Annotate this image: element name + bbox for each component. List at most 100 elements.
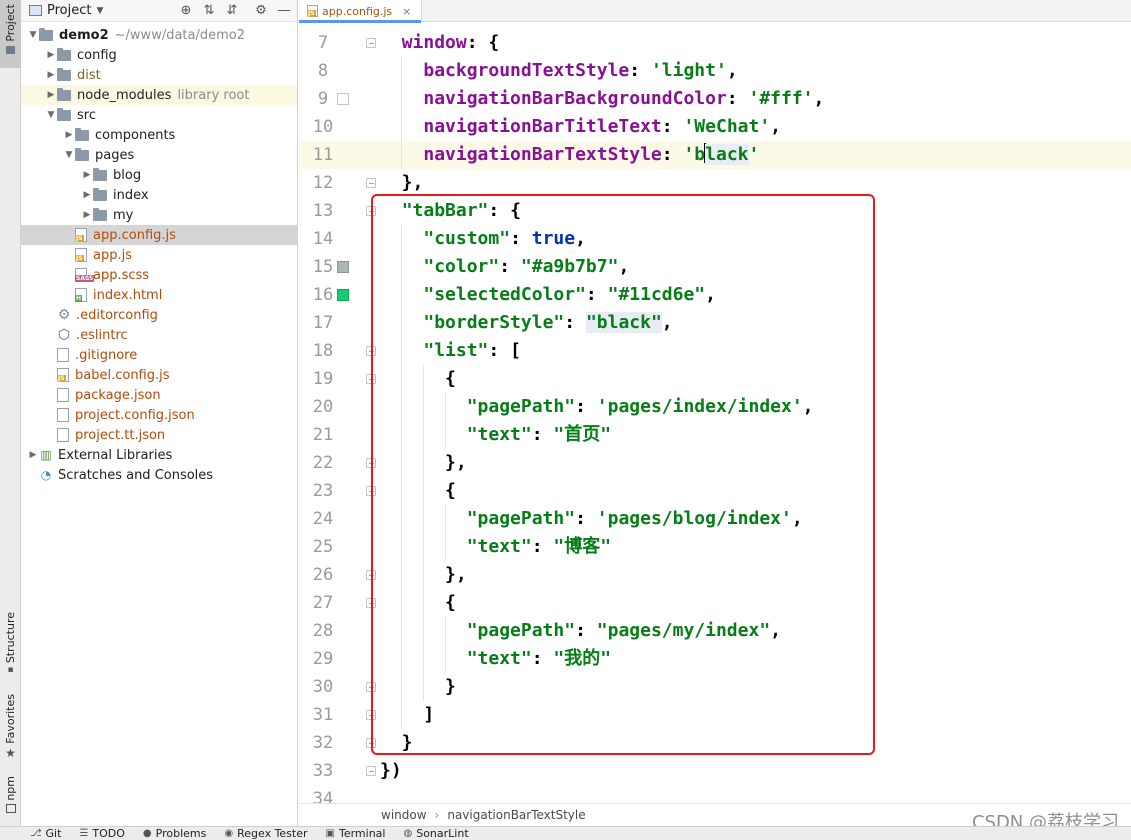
chevron-right-icon[interactable]: ▶	[45, 50, 57, 60]
folder-icon	[57, 107, 71, 121]
color-swatch-icon[interactable]	[337, 93, 349, 105]
npm-tool-tab[interactable]: npm	[0, 776, 21, 824]
chevron-down-icon[interactable]: ▼	[27, 30, 39, 40]
tree-item-eslintrc[interactable]: ⬡ .eslintrc	[21, 325, 297, 345]
editor-tab-app-config[interactable]: JS app.config.js ×	[299, 0, 423, 23]
tool-window-button-problems[interactable]: ● Problems	[143, 827, 206, 840]
tree-item-label: index	[113, 187, 149, 203]
tree-item-index-html[interactable]: Hindex.html	[21, 285, 297, 305]
code-text: navigationBarTitleText: 'WeChat',	[380, 113, 781, 141]
chevron-right-icon[interactable]: ▶	[81, 210, 93, 220]
tree-item-components[interactable]: ▶ components	[21, 125, 297, 145]
code-token: ,	[770, 116, 782, 137]
tree-item-project-config-json[interactable]: project.config.json	[21, 405, 297, 425]
plain-file-icon	[57, 348, 69, 362]
code-line[interactable]: 33})	[299, 757, 1131, 785]
line-number: 32	[312, 733, 334, 753]
js-badge: JS	[307, 10, 316, 17]
project-view-selector[interactable]: Project	[47, 3, 91, 18]
code-line[interactable]: 9 navigationBarBackgroundColor: '#fff',	[299, 85, 1131, 113]
tool-window-button-todo[interactable]: ☰ TODO	[79, 827, 124, 840]
line-number: 28	[312, 621, 334, 641]
line-number: 11	[312, 145, 334, 165]
folder-icon	[75, 147, 89, 161]
tool-window-button-sonarlint[interactable]: ◍ SonarLint	[403, 827, 468, 840]
tree-item-index[interactable]: ▶ index	[21, 185, 297, 205]
code-line[interactable]: 8 backgroundTextStyle: 'light',	[299, 57, 1131, 85]
code-token: :	[661, 144, 684, 165]
chevron-right-icon[interactable]: ▶	[27, 450, 39, 460]
code-token: '#fff'	[748, 88, 814, 109]
close-icon[interactable]: ×	[402, 5, 411, 18]
line-number: 31	[312, 705, 334, 725]
tree-item-label: blog	[113, 167, 142, 183]
structure-tool-tab[interactable]: Structure ▪	[0, 612, 21, 678]
line-number: 7	[317, 33, 329, 53]
line-number: 20	[312, 397, 334, 417]
tool-window-button-terminal[interactable]: ▣ Terminal	[326, 827, 386, 840]
expand-all-icon[interactable]: ⇅	[202, 3, 216, 19]
fold-marker-icon[interactable]	[366, 178, 376, 188]
project-tool-tab[interactable]: Project	[0, 0, 21, 68]
code-token: ,	[726, 60, 738, 81]
color-swatch-icon[interactable]	[337, 289, 349, 301]
chevron-right-icon[interactable]: ▶	[63, 130, 75, 140]
tree-item-editorconfig[interactable]: ⚙ .editorconfig	[21, 305, 297, 325]
tree-item-demo2[interactable]: ▼ demo2 ~/www/data/demo2	[21, 25, 297, 45]
tool-window-button-regex-tester[interactable]: ◉ Regex Tester	[224, 827, 307, 840]
tree-item-node-modules[interactable]: ▶ node_modules library root	[21, 85, 297, 105]
chevron-down-icon[interactable]: ▼	[63, 150, 75, 160]
tree-item-app-js[interactable]: JS app.js	[21, 245, 297, 265]
chevron-right-icon[interactable]: ▶	[81, 190, 93, 200]
tree-item-label: Scratches and Consoles	[58, 467, 214, 483]
tree-item-package-json[interactable]: package.json	[21, 385, 297, 405]
code-token: navigationBarTextStyle	[423, 144, 662, 165]
chevron-right-icon[interactable]: ▶	[45, 70, 57, 80]
code-line[interactable]: 10 navigationBarTitleText: 'WeChat',	[299, 113, 1131, 141]
tree-item-babel-config-js[interactable]: JS babel.config.js	[21, 365, 297, 385]
tree-item-gitignore[interactable]: .gitignore	[21, 345, 297, 365]
code-line[interactable]: 7 window: {	[299, 29, 1131, 57]
fold-marker-icon[interactable]	[366, 766, 376, 776]
tree-item-blog[interactable]: ▶ blog	[21, 165, 297, 185]
tree-item-app-config-js[interactable]: JS app.config.js	[21, 225, 297, 245]
tree-item-src[interactable]: ▼ src	[21, 105, 297, 125]
tree-item-hint: library root	[177, 87, 250, 103]
file-type-badge: JS	[75, 255, 84, 262]
chevron-down-icon[interactable]: ▼	[45, 110, 57, 120]
tree-item-external-libraries[interactable]: ▶ ▥ External Libraries	[21, 445, 297, 465]
color-swatch-icon[interactable]	[337, 261, 349, 273]
breadcrumb-item-window[interactable]: window	[381, 808, 427, 822]
tree-item-label: app.scss	[93, 267, 150, 283]
locate-file-icon[interactable]: ⊕	[179, 3, 193, 19]
code-token: },	[380, 172, 424, 193]
hide-panel-icon[interactable]: —	[277, 3, 291, 19]
tree-item-scratches-and-consoles[interactable]: ◔ Scratches and Consoles	[21, 465, 297, 485]
code-token: 'b	[683, 144, 706, 165]
tree-item-pages[interactable]: ▼ pages	[21, 145, 297, 165]
folder-icon	[93, 187, 107, 201]
folder-icon	[93, 207, 107, 221]
code-line[interactable]: 34	[299, 785, 1131, 803]
code-token: backgroundTextStyle	[423, 60, 630, 81]
fold-marker-icon[interactable]	[366, 38, 376, 48]
tree-item-project-tt-json[interactable]: project.tt.json	[21, 425, 297, 445]
line-number: 27	[312, 593, 334, 613]
tree-item-app-scss[interactable]: SASS app.scss	[21, 265, 297, 285]
breadcrumb-item-navigation-bar-text-style[interactable]: navigationBarTextStyle	[447, 808, 585, 822]
tree-item-label: .eslintrc	[76, 327, 128, 343]
tree-item-my[interactable]: ▶ my	[21, 205, 297, 225]
chevron-right-icon[interactable]: ▶	[45, 90, 57, 100]
tree-item-label: pages	[95, 147, 135, 163]
collapse-all-icon[interactable]: ⇵	[225, 3, 239, 19]
favorites-tool-tab[interactable]: Favorites ★	[0, 694, 21, 760]
chevron-down-icon[interactable]: ▼	[96, 6, 103, 16]
code-line[interactable]: 12 },	[299, 169, 1131, 197]
tree-item-config[interactable]: ▶ config	[21, 45, 297, 65]
chevron-right-icon[interactable]: ▶	[81, 170, 93, 180]
tool-window-button-git[interactable]: ⎇ Git	[30, 827, 61, 840]
code-line[interactable]: 11 navigationBarTextStyle: 'black'	[299, 141, 1131, 169]
gear-icon[interactable]: ⚙	[254, 3, 268, 19]
tree-item-label: babel.config.js	[75, 367, 170, 383]
tree-item-dist[interactable]: ▶ dist	[21, 65, 297, 85]
